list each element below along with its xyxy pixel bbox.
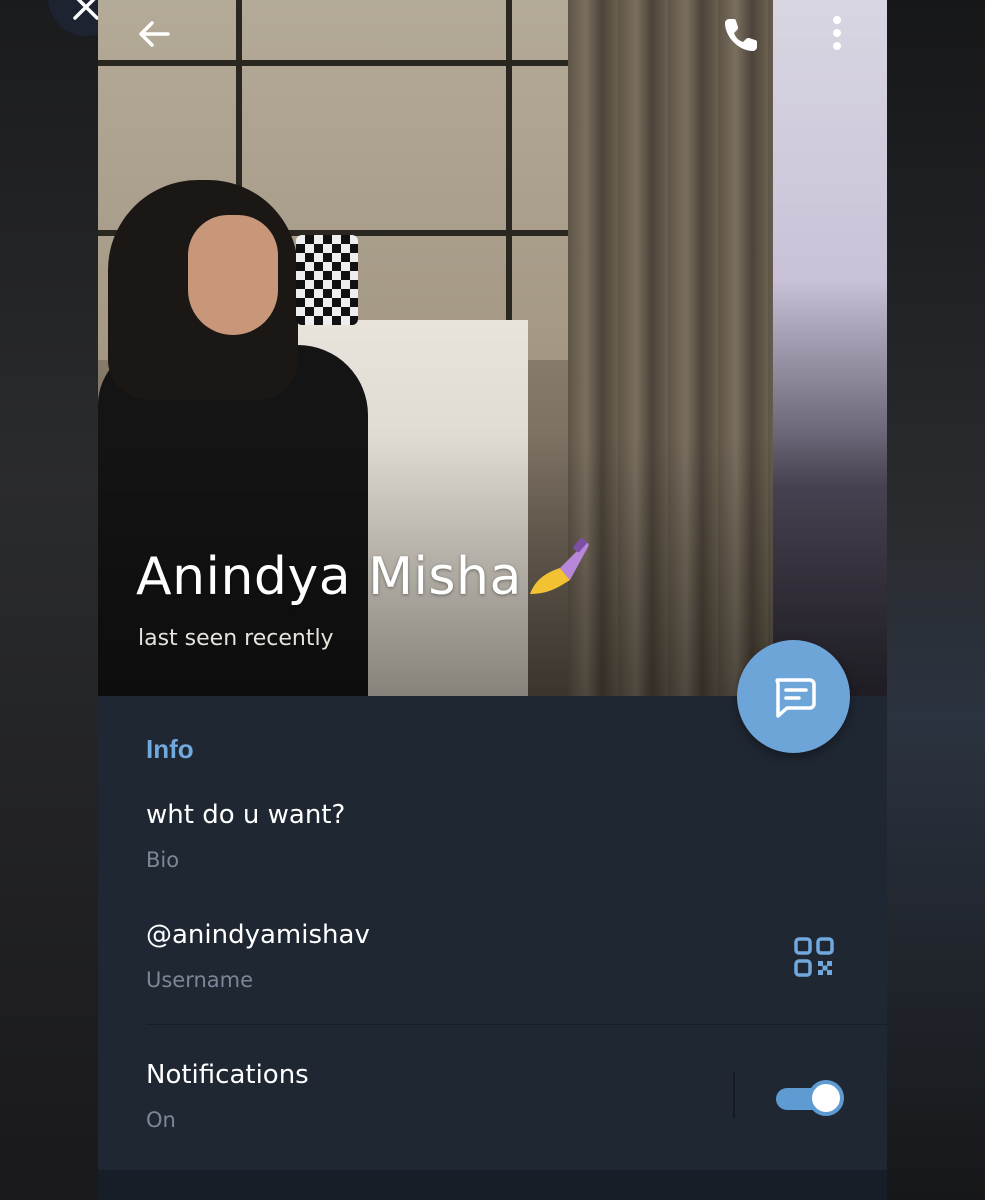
- bio-row[interactable]: wht do u want? Bio: [98, 786, 887, 906]
- photo-phone-case: [296, 235, 358, 325]
- arrow-left-icon: [139, 21, 170, 47]
- message-icon: [774, 677, 816, 718]
- qr-code-button[interactable]: [793, 936, 835, 978]
- back-button[interactable]: [134, 14, 174, 54]
- nail-polish-emoji-icon: [529, 538, 589, 594]
- username-value: @anindyamishav: [146, 920, 370, 950]
- profile-name: Anindya Misha: [136, 538, 592, 607]
- photo-person-face: [188, 215, 278, 335]
- qr-code-icon: [794, 937, 834, 977]
- bottom-strip: [98, 1170, 887, 1200]
- bio-value: wht do u want?: [146, 800, 346, 830]
- notifications-toggle[interactable]: [774, 1078, 844, 1118]
- close-icon: [73, 0, 99, 20]
- info-section: Info wht do u want? Bio @anindyamishav U…: [98, 696, 887, 1170]
- background-left: [0, 0, 98, 1200]
- top-bar: [98, 0, 887, 70]
- notifications-row[interactable]: Notifications On: [98, 1046, 887, 1166]
- call-button[interactable]: [720, 14, 762, 56]
- notifications-separator: [733, 1072, 735, 1118]
- profile-screen: Anindya Misha last seen recently Info wh…: [98, 0, 887, 1200]
- background-right: [887, 0, 985, 1200]
- notifications-state-label: On: [146, 1108, 176, 1132]
- last-seen-status: last seen recently: [138, 626, 334, 651]
- send-message-button[interactable]: [737, 640, 850, 753]
- info-section-title: Info: [146, 734, 194, 764]
- divider: [146, 1024, 887, 1025]
- username-label: Username: [146, 968, 254, 992]
- toggle-knob: [808, 1080, 844, 1116]
- notifications-title: Notifications: [146, 1060, 309, 1090]
- profile-name-text: Anindya Misha: [136, 547, 522, 607]
- more-button[interactable]: [822, 14, 852, 54]
- bio-label: Bio: [146, 848, 180, 872]
- more-vertical-icon: [833, 16, 841, 50]
- username-row[interactable]: @anindyamishav Username: [98, 906, 887, 1026]
- phone-icon: [725, 19, 757, 51]
